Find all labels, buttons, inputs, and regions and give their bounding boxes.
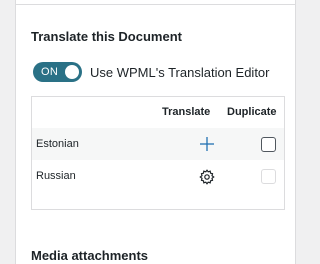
duplicate-checkbox-russian xyxy=(261,169,276,184)
language-name: Estonian xyxy=(36,138,79,150)
language-row-estonian: Estonian xyxy=(32,128,284,160)
plus-icon[interactable] xyxy=(199,136,215,152)
gear-icon[interactable] xyxy=(199,169,215,185)
translation-editor-toggle-row: ON Use WPML's Translation Editor xyxy=(33,62,270,82)
translation-panel: Translate this Document ON Use WPML's Tr… xyxy=(15,0,296,264)
language-row-russian: Russian xyxy=(32,160,284,192)
toggle-knob xyxy=(65,65,79,79)
column-header-translate: Translate xyxy=(162,106,211,118)
divider xyxy=(16,4,295,5)
section-title-media: Media attachments xyxy=(31,248,149,263)
section-title-translate: Translate this Document xyxy=(31,29,182,44)
languages-table: Translate Duplicate Estonian Russian xyxy=(31,96,285,210)
toggle-label: Use WPML's Translation Editor xyxy=(90,64,270,80)
column-header-duplicate: Duplicate xyxy=(227,106,277,118)
toggle-state-label: ON xyxy=(41,66,59,78)
duplicate-checkbox-estonian[interactable] xyxy=(261,137,276,152)
language-name: Russian xyxy=(36,170,76,182)
translation-editor-toggle[interactable]: ON xyxy=(33,62,82,82)
